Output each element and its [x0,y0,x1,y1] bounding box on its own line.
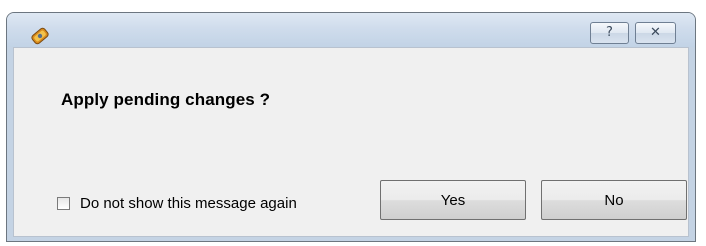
yes-button[interactable]: Yes [380,180,526,220]
help-icon: ? [606,25,613,40]
app-icon [27,23,53,49]
dialog-content: Apply pending changes ? Do not show this… [13,47,689,237]
title-bar[interactable]: ? ✕ [7,13,695,47]
dont-show-again-option[interactable]: Do not show this message again [57,193,297,213]
no-button[interactable]: No [541,180,687,220]
confirmation-message: Apply pending changes ? [61,90,271,109]
help-button[interactable]: ? [590,22,629,44]
dont-show-again-checkbox[interactable] [57,196,70,210]
close-icon: ✕ [650,25,661,40]
close-button[interactable]: ✕ [635,22,676,44]
dialog-window: ? ✕ Apply pending changes ? Do not show … [6,12,696,242]
dont-show-again-label[interactable]: Do not show this message again [80,195,297,212]
